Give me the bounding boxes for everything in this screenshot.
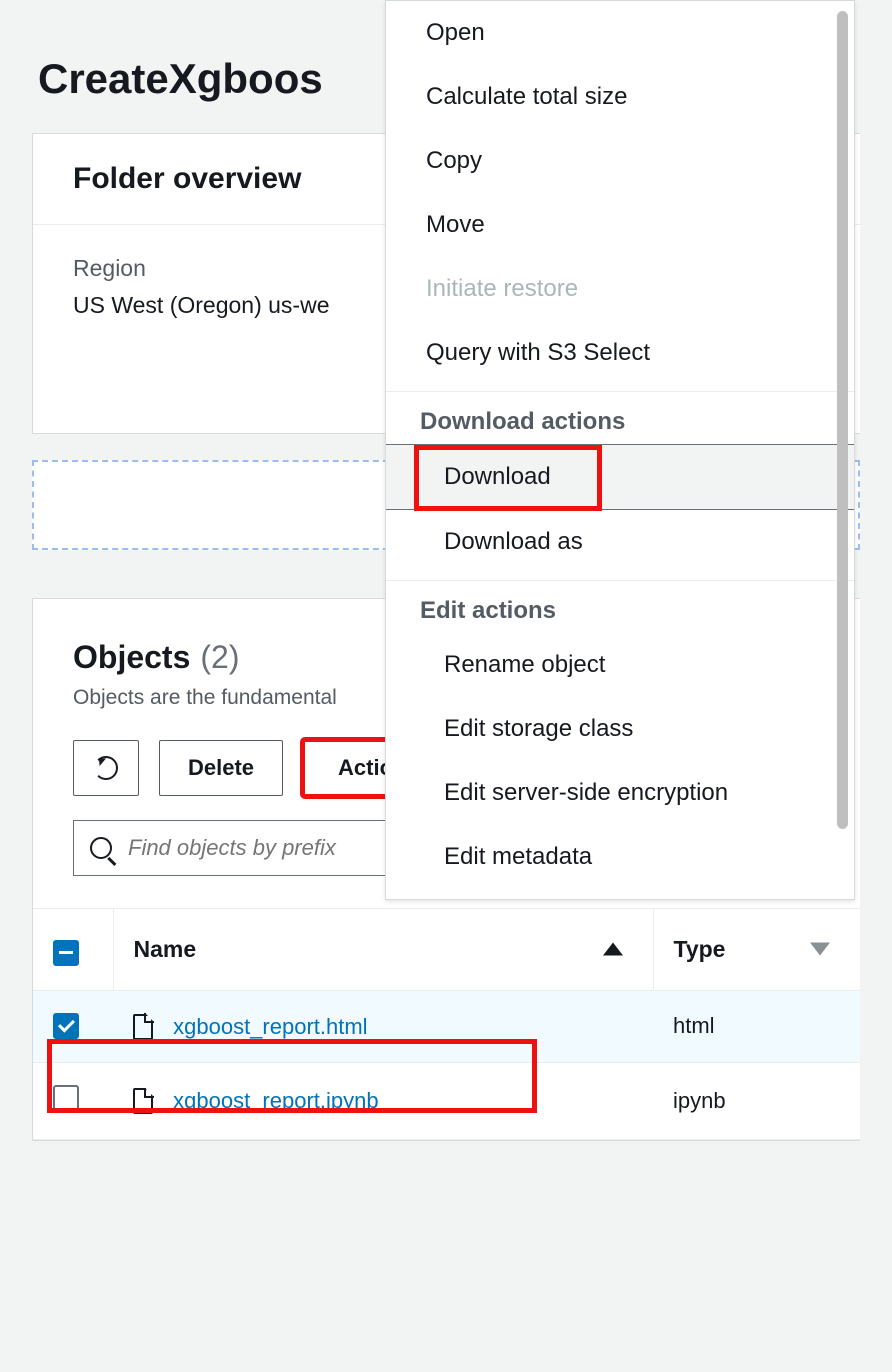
region-block: Region US West (Oregon) us-we: [73, 255, 329, 383]
search-icon: [90, 837, 112, 859]
refresh-button[interactable]: [73, 740, 139, 796]
file-icon: [133, 1014, 153, 1040]
sort-asc-icon: [603, 943, 623, 956]
menu-scrollbar[interactable]: [837, 11, 848, 829]
column-type[interactable]: Type: [653, 909, 860, 991]
actions-menu: Open Calculate total size Copy Move Init…: [385, 0, 855, 900]
menu-item-query-s3-select[interactable]: Query with S3 Select: [386, 321, 854, 385]
object-type: html: [653, 990, 860, 1062]
menu-item-open[interactable]: Open: [386, 1, 854, 65]
object-name-link[interactable]: xgboost_report.ipynb: [173, 1088, 378, 1113]
objects-count: (2): [200, 639, 239, 676]
column-name[interactable]: Name: [113, 909, 653, 991]
table-row[interactable]: xgboost_report.html html: [33, 990, 860, 1062]
region-value: US West (Oregon) us-we: [73, 292, 329, 319]
menu-section-edit: Edit actions: [386, 580, 854, 633]
object-type: ipynb: [653, 1062, 860, 1139]
row-checkbox[interactable]: [53, 1085, 79, 1111]
menu-item-download[interactable]: Download: [386, 444, 854, 510]
menu-item-initiate-restore: Initiate restore: [386, 257, 854, 321]
menu-item-rename[interactable]: Rename object: [386, 633, 854, 697]
delete-button[interactable]: Delete: [159, 740, 283, 796]
menu-item-edit-sse[interactable]: Edit server-side encryption: [386, 761, 854, 825]
region-label: Region: [73, 255, 329, 282]
sort-neutral-icon: [810, 943, 830, 956]
menu-item-move[interactable]: Move: [386, 193, 854, 257]
table-row[interactable]: xgboost_report.ipynb ipynb: [33, 1062, 860, 1139]
menu-section-download: Download actions: [386, 391, 854, 444]
menu-item-edit-metadata[interactable]: Edit metadata: [386, 825, 854, 889]
select-all-checkbox[interactable]: [53, 940, 79, 966]
menu-item-calculate-size[interactable]: Calculate total size: [386, 65, 854, 129]
file-icon: [133, 1088, 153, 1114]
object-name-link[interactable]: xgboost_report.html: [173, 1014, 367, 1039]
row-checkbox[interactable]: [53, 1013, 79, 1039]
menu-item-copy[interactable]: Copy: [386, 129, 854, 193]
objects-table: Name Type xgboost_report.html html: [33, 908, 860, 1140]
menu-item-edit-storage-class[interactable]: Edit storage class: [386, 697, 854, 761]
menu-item-download-as[interactable]: Download as: [386, 510, 854, 574]
refresh-icon: [94, 756, 118, 780]
